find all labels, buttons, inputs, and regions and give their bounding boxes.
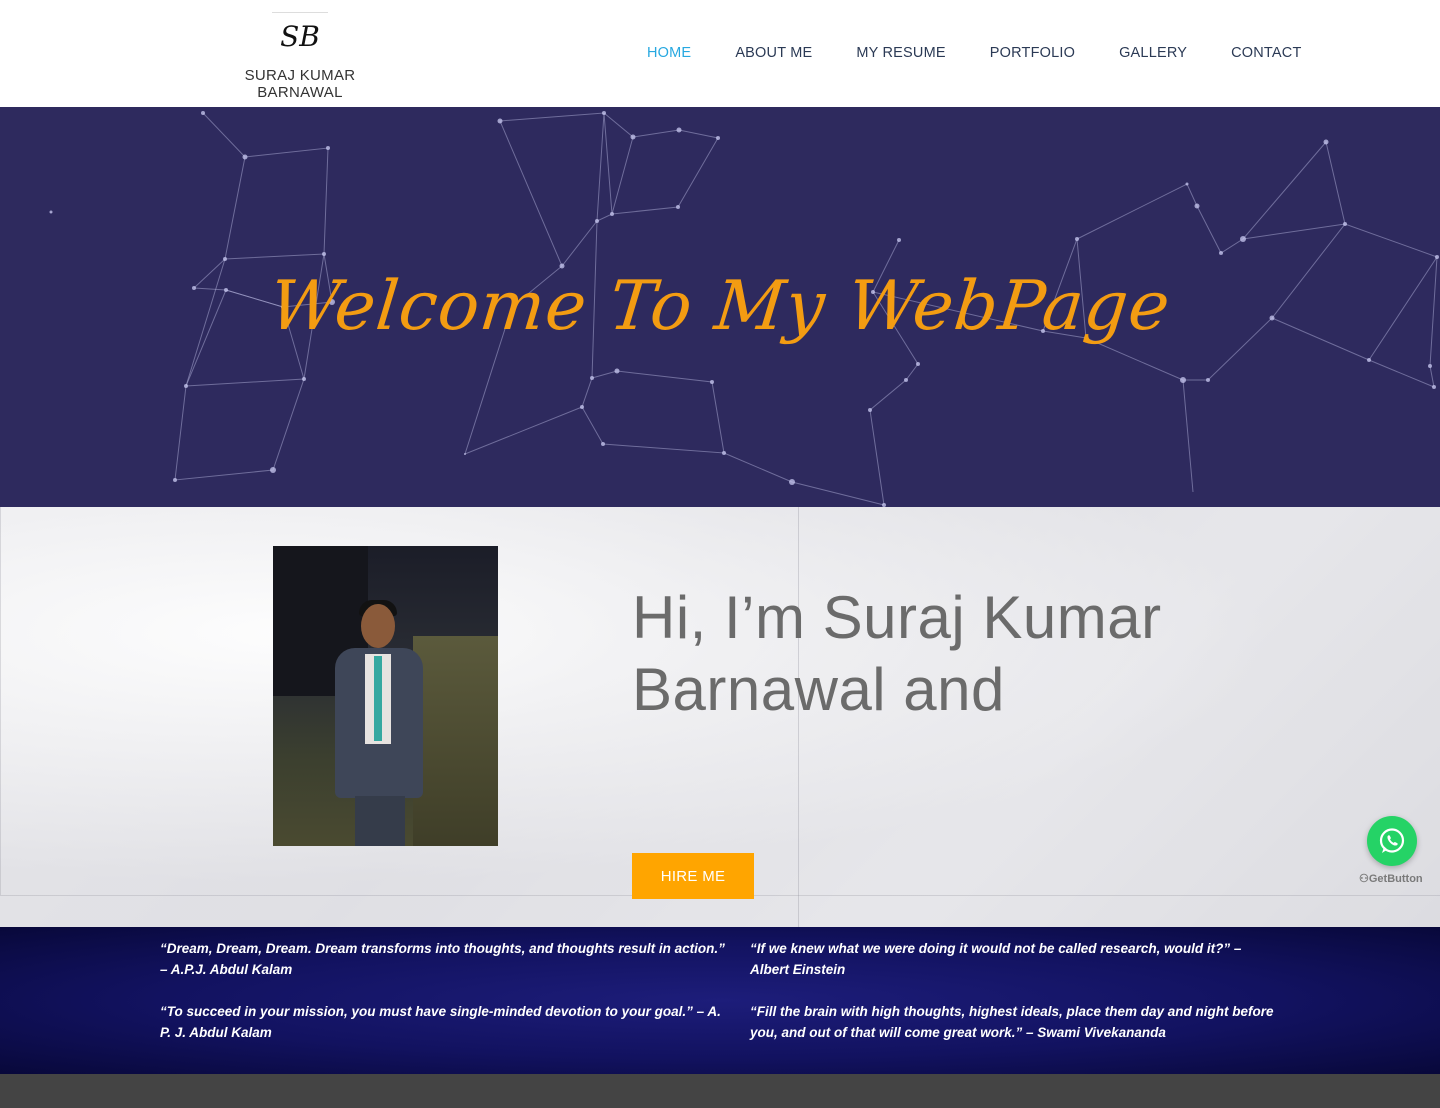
nav-portfolio[interactable]: PORTFOLIO [990, 45, 1075, 61]
main-nav: HOME ABOUT ME MY RESUME PORTFOLIO GALLER… [647, 45, 1302, 61]
quote-item: “To succeed in your mission, you must ha… [160, 1004, 721, 1040]
about-section: Hi, I’m Suraj Kumar Barnawal and HIRE ME [0, 507, 1440, 927]
site-logo[interactable]: SB SURAJ KUMAR BARNAWAL [200, 12, 400, 101]
logo-divider [272, 12, 328, 13]
profile-photo [273, 546, 498, 846]
hero-title: Welcome To My WebPage [265, 267, 1175, 346]
nav-home[interactable]: HOME [647, 45, 691, 61]
getbutton-link[interactable]: ⚇GetButton [1359, 872, 1423, 885]
hero-banner: Welcome To My WebPage [0, 107, 1440, 507]
nav-gallery[interactable]: GALLERY [1119, 45, 1187, 61]
paper-crease [0, 507, 1, 895]
site-footer [0, 1074, 1440, 1108]
site-name[interactable]: SURAJ KUMAR BARNAWAL [200, 67, 400, 101]
logo-mark[interactable]: SB [200, 17, 400, 57]
quote-item: “If we knew what we were doing it would … [750, 941, 1242, 977]
nav-my-resume[interactable]: MY RESUME [856, 45, 945, 61]
quote-item: “Dream, Dream, Dream. Dream transforms i… [160, 941, 725, 977]
getbutton-label: GetButton [1368, 873, 1423, 885]
intro-heading: Hi, I’m Suraj Kumar Barnawal and [632, 584, 1162, 723]
getbutton-icon: ⚇ [1359, 873, 1369, 885]
quotes-section: “Dream, Dream, Dream. Dream transforms i… [0, 927, 1440, 1074]
quote-item: “Fill the brain with high thoughts, high… [750, 1004, 1274, 1040]
nav-contact[interactable]: CONTACT [1231, 45, 1301, 61]
hire-me-button[interactable]: HIRE ME [632, 853, 754, 899]
site-header: SB SURAJ KUMAR BARNAWAL HOME ABOUT ME MY… [0, 0, 1440, 108]
whatsapp-button[interactable] [1367, 816, 1417, 866]
whatsapp-icon [1379, 828, 1405, 853]
nav-about-me[interactable]: ABOUT ME [735, 45, 812, 61]
